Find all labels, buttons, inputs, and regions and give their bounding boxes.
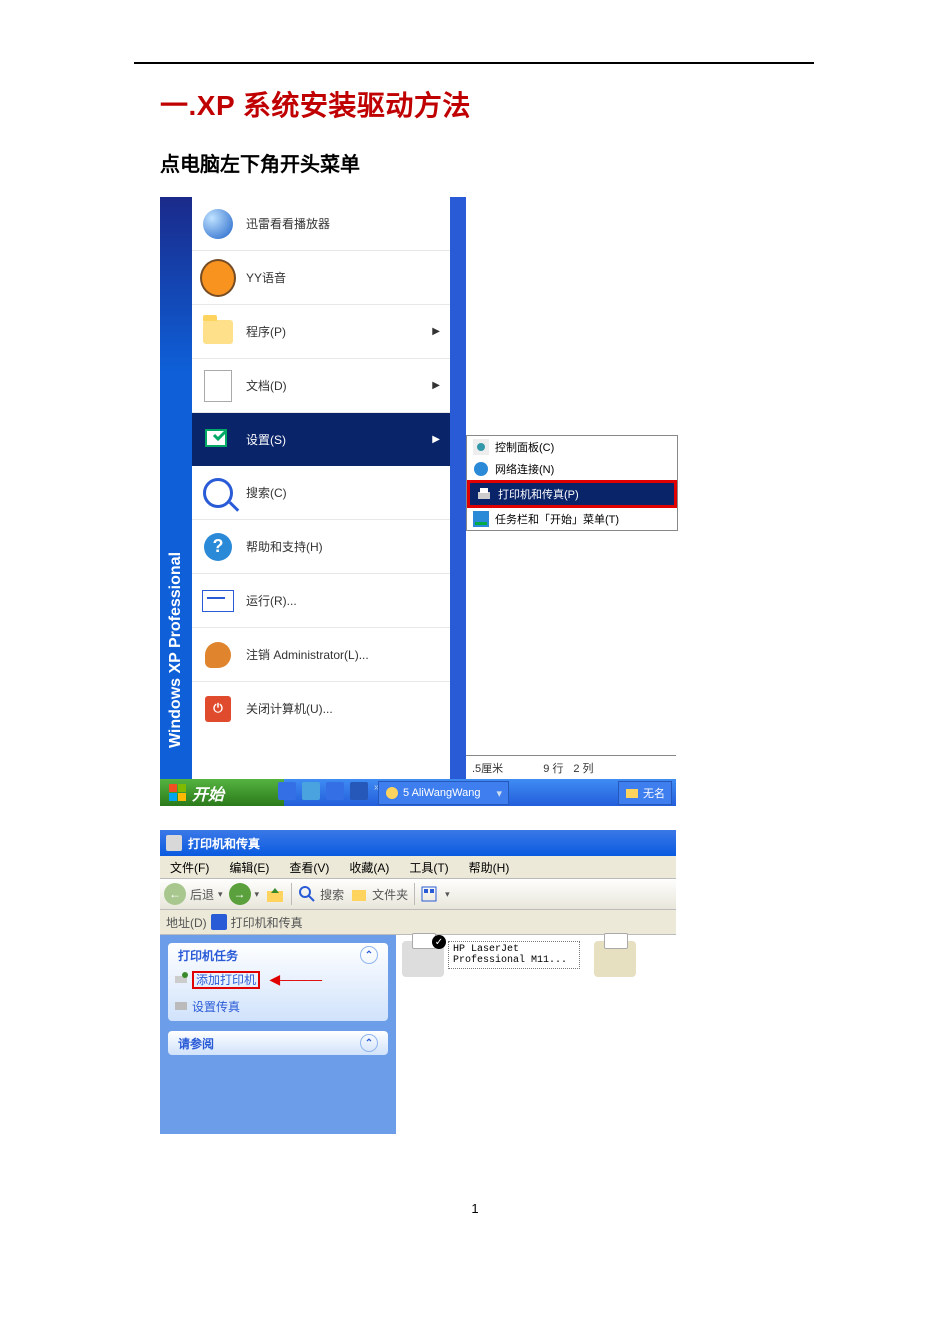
- network-icon: [473, 461, 489, 477]
- menu-tools[interactable]: 工具(T): [399, 859, 458, 876]
- menu-view[interactable]: 查看(V): [279, 859, 339, 876]
- quick-launch-icon[interactable]: [350, 782, 368, 800]
- control-panel-icon: [473, 439, 489, 455]
- document-title: 一.XP 系统安装驱动方法: [160, 84, 471, 124]
- window-title-bar: 打印机和传真: [160, 830, 676, 856]
- menu-item-settings[interactable]: 设置(S) ▶: [192, 413, 450, 466]
- setup-fax-link[interactable]: 设置传真: [168, 994, 388, 1021]
- printer-device-icon: [594, 941, 636, 977]
- address-value[interactable]: 打印机和传真: [231, 914, 303, 931]
- printer-item-generic[interactable]: [594, 941, 636, 977]
- menu-item-logoff[interactable]: 注销 Administrator(L)...: [192, 628, 450, 682]
- settings-submenu: 控制面板(C) 网络连接(N) 打印机和传真(P) 任务栏和「开始」菜单(T): [466, 435, 678, 531]
- run-icon: [202, 590, 234, 612]
- quick-launch-icon[interactable]: [302, 782, 320, 800]
- up-button[interactable]: [265, 884, 285, 904]
- see-also-panel: 请参阅 ⌃: [168, 1031, 388, 1055]
- menu-file[interactable]: 文件(F): [160, 859, 219, 876]
- folder-icon: [350, 885, 368, 903]
- printer-device-icon: ✓: [402, 941, 444, 977]
- documents-icon: [204, 370, 232, 402]
- sidebar-os-label: Windows XP Professional: [167, 552, 185, 748]
- yy-icon: [200, 259, 236, 297]
- dropdown-arrow-icon[interactable]: ▾: [496, 787, 502, 800]
- horizontal-rule: [134, 62, 814, 64]
- submenu-arrow-icon: ▶: [432, 326, 440, 337]
- menu-favorites[interactable]: 收藏(A): [339, 859, 399, 876]
- document-subtitle: 点电脑左下角开头菜单: [160, 148, 360, 177]
- menu-item-run[interactable]: 运行(R)...: [192, 574, 450, 628]
- start-menu-sidebar: Windows XP Professional: [160, 197, 192, 779]
- address-bar: 地址(D) 打印机和传真: [160, 910, 676, 935]
- printer-window-screenshot: 打印机和传真 文件(F) 编辑(E) 查看(V) 收藏(A) 工具(T) 帮助(…: [160, 830, 676, 1131]
- quick-launch[interactable]: »: [278, 782, 380, 800]
- shutdown-icon: ⏻: [205, 696, 231, 722]
- windows-taskbar: 开始 » 5 AliWangWang ▾ 无名: [160, 779, 676, 806]
- taskbar-settings-icon: [473, 511, 489, 527]
- menu-item-documents[interactable]: 文档(D) ▶: [192, 359, 450, 413]
- add-printer-link[interactable]: 添加打印机 ◀———: [168, 967, 388, 994]
- submenu-control-panel[interactable]: 控制面板(C): [467, 436, 677, 458]
- back-button[interactable]: ←后退▾: [164, 883, 223, 905]
- start-menu-left-column: 迅雷看看播放器 YY语音 程序(P) ▶ 文档(D) ▶: [192, 197, 450, 779]
- menu-item-xunlei[interactable]: 迅雷看看播放器: [192, 197, 450, 251]
- logoff-key-icon: [205, 642, 231, 668]
- search-button[interactable]: 搜索: [298, 885, 344, 903]
- globe-icon: [385, 786, 399, 800]
- menu-item-help[interactable]: ? 帮助和支持(H): [192, 520, 450, 574]
- printer-icon: [166, 835, 182, 851]
- submenu-printers-fax[interactable]: 打印机和传真(P): [467, 480, 677, 508]
- menu-help[interactable]: 帮助(H): [459, 859, 520, 876]
- page-number: 1: [0, 1201, 950, 1216]
- menu-item-shutdown[interactable]: ⏻ 关闭计算机(U)...: [192, 682, 450, 735]
- folder-icon: [625, 786, 639, 800]
- toolbar: ←后退▾ →▾ 搜索 文件夹 ▾: [160, 879, 676, 910]
- start-menu-screenshot: Windows XP Professional 迅雷看看播放器 YY语音 程序(…: [160, 197, 676, 806]
- add-printer-icon: [174, 971, 188, 985]
- quick-launch-icon[interactable]: [278, 782, 296, 800]
- annotation-arrow-icon: ◀———: [269, 971, 322, 987]
- settings-icon: [202, 424, 234, 456]
- folder-up-icon: [265, 884, 285, 904]
- default-printer-check-icon: ✓: [432, 935, 446, 949]
- panel-header[interactable]: 打印机任务 ⌃: [168, 943, 388, 967]
- menu-bar: 文件(F) 编辑(E) 查看(V) 收藏(A) 工具(T) 帮助(H): [160, 856, 676, 879]
- menu-item-search[interactable]: 搜索(C): [192, 466, 450, 520]
- menu-edit[interactable]: 编辑(E): [219, 859, 279, 876]
- quick-launch-icon[interactable]: [326, 782, 344, 800]
- submenu-arrow-icon: ▶: [432, 380, 440, 391]
- printer-tasks-panel: 打印机任务 ⌃ 添加打印机 ◀——— 设置传真: [168, 943, 388, 1021]
- printer-list-area: ✓ HP LaserJet Professional M11...: [396, 935, 676, 1134]
- search-icon: [298, 885, 316, 903]
- collapse-chevron-icon[interactable]: ⌃: [360, 946, 378, 964]
- views-button[interactable]: ▾: [421, 885, 450, 903]
- forward-button[interactable]: →▾: [229, 883, 260, 905]
- printer-icon: [211, 914, 227, 930]
- windows-flag-icon: [168, 784, 186, 802]
- start-menu-right-strip: [450, 197, 466, 779]
- side-panel: 打印机任务 ⌃ 添加打印机 ◀——— 设置传真: [160, 935, 396, 1134]
- taskbar-task-unnamed[interactable]: 无名: [618, 781, 672, 805]
- submenu-arrow-icon: ▶: [432, 434, 440, 445]
- menu-item-yy[interactable]: YY语音: [192, 251, 450, 305]
- folders-button[interactable]: 文件夹: [350, 885, 408, 903]
- xunlei-icon: [203, 209, 233, 239]
- printer-name: HP LaserJet Professional M11...: [448, 941, 580, 969]
- taskbar-task-aliwangwang[interactable]: 5 AliWangWang ▾: [378, 781, 509, 805]
- help-icon: ?: [204, 533, 232, 561]
- collapse-chevron-icon[interactable]: ⌃: [360, 1034, 378, 1052]
- printer-icon: [476, 486, 492, 502]
- panel-header[interactable]: 请参阅 ⌃: [168, 1031, 388, 1055]
- printer-item-hp[interactable]: ✓ HP LaserJet Professional M11...: [402, 941, 580, 977]
- views-icon: [421, 885, 441, 903]
- search-icon: [203, 478, 233, 508]
- menu-item-programs[interactable]: 程序(P) ▶: [192, 305, 450, 359]
- word-status-bar: .5厘米 9 行 2 列: [466, 755, 676, 780]
- fax-icon: [174, 998, 188, 1012]
- start-button[interactable]: 开始: [160, 779, 284, 806]
- submenu-network[interactable]: 网络连接(N): [467, 458, 677, 480]
- programs-folder-icon: [203, 320, 233, 344]
- submenu-taskbar[interactable]: 任务栏和「开始」菜单(T): [467, 508, 677, 530]
